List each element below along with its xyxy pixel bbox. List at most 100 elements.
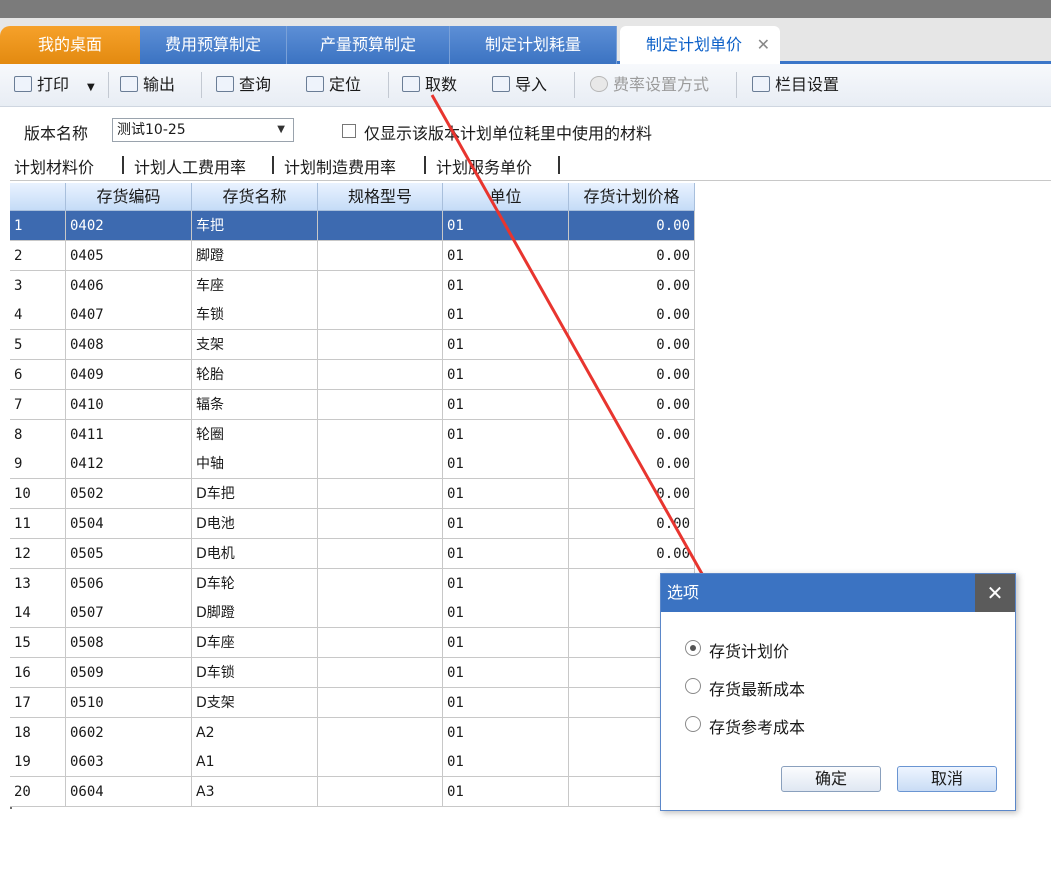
plan-price-cell[interactable]: 0.00 [569,211,695,241]
spec-cell[interactable] [318,717,443,748]
subtab-material-price[interactable]: 计划材料价 [14,154,94,178]
item-name-cell[interactable]: D电池 [192,509,318,539]
plan-price-cell[interactable]: 0.00 [569,449,695,480]
item-name-cell[interactable]: 脚蹬 [192,240,318,271]
plan-price-cell[interactable]: 0.00 [569,389,695,420]
unit-cell[interactable]: 01 [443,211,569,241]
unit-cell[interactable]: 01 [443,687,569,718]
item-code-cell[interactable]: 0603 [66,747,192,778]
spec-cell[interactable] [318,360,443,390]
row-number-cell[interactable]: 10 [10,479,66,510]
spec-cell[interactable] [318,270,443,301]
plan-price-cell[interactable]: 0.00 [569,240,695,271]
spec-cell[interactable] [318,449,443,480]
item-code-cell[interactable]: 0402 [66,211,192,241]
row-number-cell[interactable]: 11 [10,509,66,539]
radio-reference-cost-label[interactable]: 存货参考成本 [709,714,805,738]
row-number-cell[interactable]: 20 [10,777,66,808]
unit-cell[interactable]: 01 [443,717,569,748]
unit-cell[interactable]: 01 [443,598,569,629]
row-number-cell[interactable]: 2 [10,240,66,271]
item-code-cell[interactable]: 0502 [66,479,192,510]
row-number-cell[interactable]: 5 [10,330,66,361]
item-name-cell[interactable]: 支架 [192,330,318,361]
plan-price-cell[interactable]: 0.00 [569,419,695,450]
item-name-cell[interactable]: 中轴 [192,449,318,480]
item-code-cell[interactable]: 0505 [66,538,192,569]
row-number-cell[interactable]: 14 [10,598,66,629]
tab-my-desktop[interactable]: 我的桌面 [0,26,140,64]
ok-button[interactable]: 确定 [781,766,881,792]
item-code-cell[interactable]: 0506 [66,568,192,599]
row-number-cell[interactable]: 12 [10,538,66,569]
spec-cell[interactable] [318,658,443,688]
spec-cell[interactable] [318,330,443,361]
plan-price-cell[interactable]: 0.00 [569,330,695,361]
subtab-manufacturing-rate[interactable]: 计划制造费用率 [284,154,396,178]
spec-cell[interactable] [318,300,443,331]
item-code-cell[interactable]: 0602 [66,717,192,748]
unit-cell[interactable]: 01 [443,270,569,301]
item-name-cell[interactable]: D车座 [192,628,318,659]
spec-cell[interactable] [318,240,443,271]
locate-button[interactable]: 定位 [306,74,361,96]
item-name-cell[interactable]: 辐条 [192,389,318,420]
row-number-cell[interactable]: 18 [10,717,66,748]
row-number-cell[interactable]: 16 [10,658,66,688]
unit-cell[interactable]: 01 [443,509,569,539]
item-code-cell[interactable]: 0407 [66,300,192,331]
item-code-cell[interactable]: 0412 [66,449,192,480]
spec-cell[interactable] [318,777,443,808]
item-name-cell[interactable]: 轮胎 [192,360,318,390]
item-code-cell[interactable]: 0508 [66,628,192,659]
spec-cell[interactable] [318,389,443,420]
item-code-cell[interactable]: 0509 [66,658,192,688]
tab-plan-unit-price[interactable]: 制定计划单价 ✕ [620,26,780,66]
spec-cell[interactable] [318,479,443,510]
column-setting-button[interactable]: 栏目设置 [752,74,839,96]
fetch-button[interactable]: 取数 [402,74,457,96]
query-button[interactable]: 查询 [216,74,271,96]
spec-cell[interactable] [318,211,443,241]
rate-setting-button[interactable]: 费率设置方式 [590,74,709,96]
row-number-cell[interactable]: 8 [10,419,66,450]
unit-cell[interactable]: 01 [443,479,569,510]
item-name-cell[interactable]: D脚蹬 [192,598,318,629]
version-select[interactable]: 测试10-25 ▼ [112,118,294,142]
item-code-cell[interactable]: 0510 [66,687,192,718]
item-code-cell[interactable]: 0408 [66,330,192,361]
only-used-checkbox[interactable] [342,124,356,138]
unit-cell[interactable]: 01 [443,389,569,420]
column-header[interactable]: 存货编码 [66,183,192,211]
column-header[interactable]: 存货计划价格 [569,183,695,211]
item-name-cell[interactable]: D车锁 [192,658,318,688]
subtab-service-price[interactable]: 计划服务单价 [436,154,532,178]
spec-cell[interactable] [318,687,443,718]
tab-plan-consumption[interactable]: 制定计划耗量 [450,26,617,64]
row-number-cell[interactable]: 4 [10,300,66,331]
column-header[interactable]: 规格型号 [318,183,443,211]
item-name-cell[interactable]: A3 [192,777,318,808]
subtab-labor-rate[interactable]: 计划人工费用率 [134,154,246,178]
spec-cell[interactable] [318,747,443,778]
item-name-cell[interactable]: 车锁 [192,300,318,331]
column-header[interactable]: 单位 [443,183,569,211]
item-code-cell[interactable]: 0406 [66,270,192,301]
item-name-cell[interactable]: D车把 [192,479,318,510]
unit-cell[interactable]: 01 [443,360,569,390]
unit-cell[interactable]: 01 [443,658,569,688]
row-number-cell[interactable]: 9 [10,449,66,480]
unit-cell[interactable]: 01 [443,330,569,361]
item-name-cell[interactable]: 车座 [192,270,318,301]
unit-cell[interactable]: 01 [443,628,569,659]
unit-cell[interactable]: 01 [443,300,569,331]
cancel-button[interactable]: 取消 [897,766,997,792]
item-name-cell[interactable]: D支架 [192,687,318,718]
row-number-cell[interactable]: 17 [10,687,66,718]
item-code-cell[interactable]: 0604 [66,777,192,808]
item-code-cell[interactable]: 0411 [66,419,192,450]
spec-cell[interactable] [318,628,443,659]
item-code-cell[interactable]: 0405 [66,240,192,271]
unit-cell[interactable]: 01 [443,419,569,450]
plan-price-cell[interactable]: 0.00 [569,479,695,510]
